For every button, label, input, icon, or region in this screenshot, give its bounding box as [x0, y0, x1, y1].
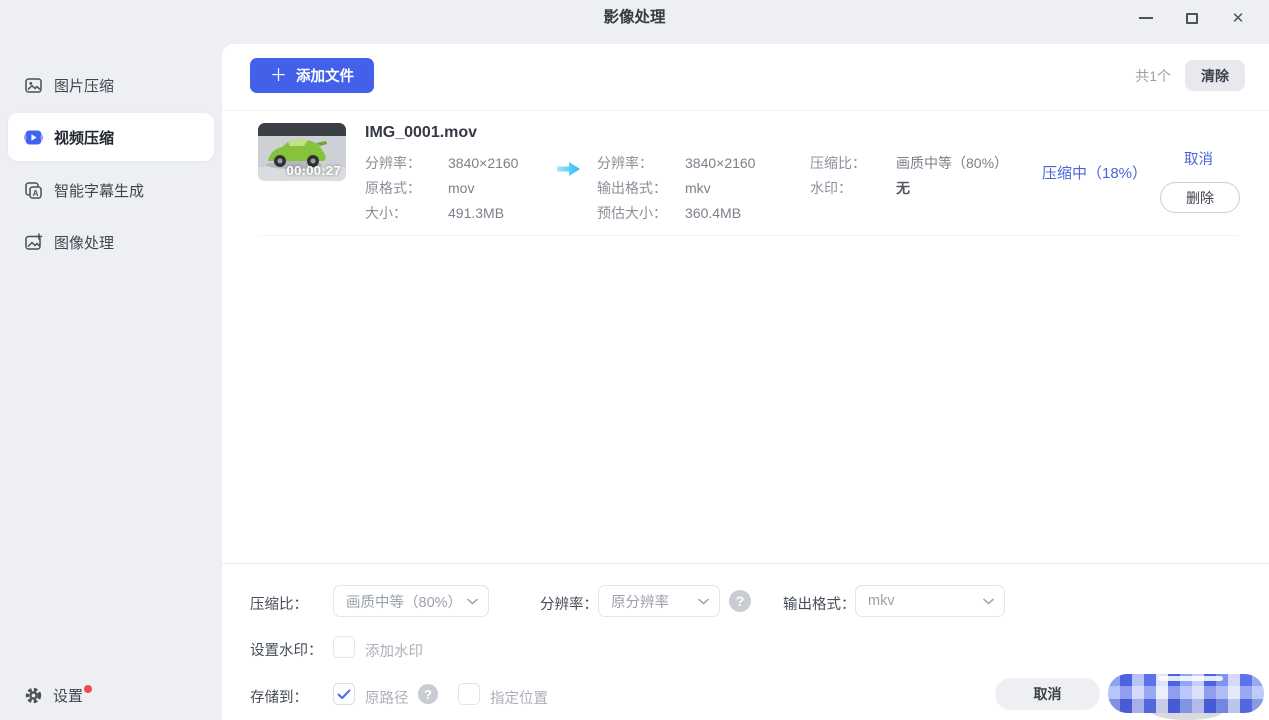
close-button[interactable]: ✕ [1215, 0, 1261, 36]
source-resolution-label: 分辨率： [365, 153, 448, 173]
gear-icon [24, 686, 43, 705]
check-icon [337, 689, 351, 700]
original-path-help-icon[interactable]: ? [418, 684, 438, 704]
output-resolution-row: 分辨率： 3840×2160 [597, 150, 755, 175]
output-format-dropdown-value: mkv [868, 593, 979, 609]
output-info-column: 分辨率： 3840×2160 输出格式： mkv 预估大小： 360.4MB [597, 150, 755, 225]
watermark-label: 水印： [810, 178, 896, 198]
source-resolution-row: 分辨率： 3840×2160 [365, 150, 518, 175]
notification-dot [84, 685, 92, 693]
sidebar-item-label: 智能字幕生成 [54, 180, 144, 201]
image-process-icon [24, 233, 43, 252]
resolution-dropdown[interactable]: 原分辨率 [598, 585, 720, 617]
add-watermark-checkbox-label[interactable]: 添加水印 [365, 640, 423, 661]
ratio-dropdown-value: 画质中等（80%） [346, 591, 463, 612]
sidebar-item-label: 图片压缩 [54, 75, 114, 96]
panel-watermark-label: 设置水印： [250, 639, 323, 660]
output-resolution-value: 3840×2160 [685, 155, 755, 171]
source-size-label: 大小： [365, 203, 448, 223]
panel-format-label: 输出格式： [783, 593, 856, 614]
resolution-dropdown-value: 原分辨率 [611, 591, 694, 612]
sidebar-item-subtitle-generate[interactable]: A 智能字幕生成 [8, 166, 214, 214]
video-duration: 00:00:27 [287, 163, 341, 178]
source-format-value: mov [448, 180, 474, 196]
minimize-icon [1139, 17, 1153, 19]
file-toolbar: ＋ 添加文件 共1个 清除 [250, 58, 1245, 93]
svg-text:A: A [33, 189, 39, 198]
window-controls: ✕ [1123, 0, 1261, 36]
delete-button[interactable]: 删除 [1160, 182, 1240, 213]
window-title: 影像处理 [0, 0, 1269, 36]
options-info-column: 压缩比： 画质中等（80%） 水印： 无 [810, 150, 1008, 200]
plus-icon: ＋ [270, 67, 287, 84]
sidebar-item-label: 视频压缩 [54, 127, 114, 148]
panel-save-label: 存储到： [250, 686, 308, 707]
titlebar: 影像处理 ✕ [0, 0, 1269, 36]
original-path-checkbox[interactable] [333, 683, 355, 705]
chevron-down-icon [698, 598, 709, 605]
panel-cancel-button[interactable]: 取消 [995, 678, 1100, 710]
conversion-arrow-icon [556, 159, 582, 184]
add-file-button[interactable]: ＋ 添加文件 [250, 58, 374, 93]
settings-label: 设置 [53, 685, 83, 706]
watermark-row: 水印： 无 [810, 175, 1008, 200]
sidebar-item-image-compress[interactable]: 图片压缩 [8, 61, 214, 109]
subtitle-generate-icon: A [24, 181, 43, 200]
minimize-button[interactable] [1123, 0, 1169, 36]
compression-status: 压缩中（18%） [1042, 162, 1147, 183]
file-row: 00:00:27 IMG_0001.mov 分辨率： 3840×2160 原格式… [258, 123, 1265, 238]
maximize-button[interactable] [1169, 0, 1215, 36]
file-row-divider [258, 235, 1239, 236]
chevron-down-icon [983, 598, 994, 605]
panel-ratio-label: 压缩比： [250, 593, 308, 614]
row-cancel-link[interactable]: 取消 [1184, 148, 1213, 169]
file-name: IMG_0001.mov [365, 124, 477, 142]
main-panel: ＋ 添加文件 共1个 清除 00:00:27 IMG_0001.mov [222, 44, 1269, 720]
output-size-value: 360.4MB [685, 205, 741, 221]
chevron-down-icon [467, 598, 478, 605]
source-info-column: 分辨率： 3840×2160 原格式： mov 大小： 491.3MB [365, 150, 518, 225]
panel-resolution-label: 分辨率： [540, 593, 598, 614]
sidebar-item-video-compress[interactable]: 视频压缩 [8, 113, 214, 161]
output-size-row: 预估大小： 360.4MB [597, 200, 755, 225]
ratio-row: 压缩比： 画质中等（80%） [810, 150, 1008, 175]
add-file-label: 添加文件 [296, 65, 354, 86]
original-path-checkbox-label[interactable]: 原路径 [365, 687, 409, 708]
resolution-help-icon[interactable]: ? [729, 590, 751, 612]
source-resolution-value: 3840×2160 [448, 155, 518, 171]
watermark-value: 无 [896, 178, 910, 198]
sidebar-item-image-process[interactable]: 图像处理 [8, 218, 214, 266]
custom-location-checkbox-label[interactable]: 指定位置 [490, 687, 548, 708]
image-compress-icon [24, 76, 43, 95]
output-size-label: 预估大小： [597, 203, 685, 223]
file-count: 共1个 [1135, 66, 1171, 86]
output-format-value: mkv [685, 180, 711, 196]
ratio-dropdown[interactable]: 画质中等（80%） [333, 585, 489, 617]
maximize-icon [1186, 13, 1198, 24]
output-format-row: 输出格式： mkv [597, 175, 755, 200]
toolbar-divider [222, 110, 1269, 111]
sidebar: 图片压缩 视频压缩 A 智能字幕生成 图像处理 设置 [0, 36, 222, 720]
output-resolution-label: 分辨率： [597, 153, 685, 173]
output-format-dropdown[interactable]: mkv [855, 585, 1005, 617]
video-compress-icon [24, 128, 43, 147]
video-thumbnail[interactable]: 00:00:27 [258, 123, 346, 181]
source-size-value: 491.3MB [448, 205, 504, 221]
source-size-row: 大小： 491.3MB [365, 200, 518, 225]
custom-location-checkbox[interactable] [458, 683, 480, 705]
settings-panel-divider [222, 563, 1269, 564]
source-format-label: 原格式： [365, 178, 448, 198]
output-format-label: 输出格式： [597, 178, 685, 198]
sidebar-item-settings[interactable]: 设置 [24, 685, 91, 706]
close-icon: ✕ [1232, 11, 1245, 26]
ratio-label: 压缩比： [810, 153, 896, 173]
add-watermark-checkbox[interactable] [333, 636, 355, 658]
clear-button[interactable]: 清除 [1185, 60, 1245, 91]
source-format-row: 原格式： mov [365, 175, 518, 200]
primary-action-button-censored[interactable] [1108, 674, 1264, 713]
sidebar-item-label: 图像处理 [54, 232, 114, 253]
ratio-value: 画质中等（80%） [896, 153, 1008, 173]
